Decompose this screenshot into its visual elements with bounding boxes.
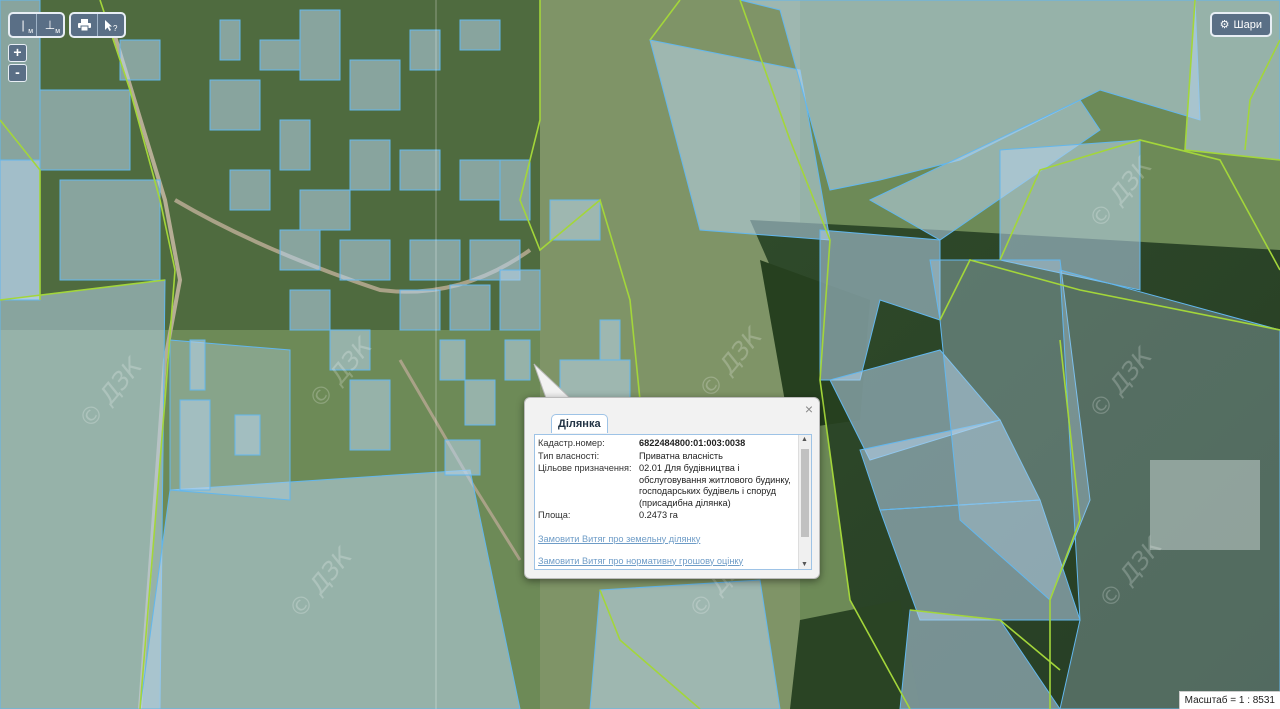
popup-pointer (533, 363, 572, 399)
field-label: Тип власності: (538, 450, 600, 461)
popup-tab-parcel[interactable]: Ділянка (551, 414, 608, 433)
order-valuation-extract-link[interactable]: Замовити Витяг про нормативну грошову оц… (538, 556, 796, 566)
layers-button-label: Шари (1233, 18, 1262, 31)
popup-scrollbar[interactable]: ▲ ▼ (798, 435, 811, 569)
scroll-up-icon[interactable]: ▲ (801, 436, 808, 443)
ownership-value: Приватна власність (639, 450, 723, 461)
printer-icon (77, 19, 91, 31)
area-ruler-icon: ⊥ (44, 18, 56, 32)
measure-group: | м ⊥ м (8, 12, 65, 38)
tools-group: ? (69, 12, 126, 38)
scroll-down-icon[interactable]: ▼ (801, 561, 808, 568)
cadastral-number-value: 6822484800:01:003:0038 (639, 438, 746, 448)
measure-line-button[interactable]: | м (10, 14, 36, 36)
zoom-in-button[interactable]: + (8, 44, 27, 62)
area-row: Площа: 0.2473 га (538, 510, 796, 522)
zoom-out-button[interactable]: - (8, 64, 27, 82)
measure-area-button[interactable]: ⊥ м (36, 14, 63, 36)
layers-button[interactable]: ⚙ Шари (1209, 12, 1272, 37)
area-value: 0.2473 га (639, 510, 678, 520)
svg-text:?: ? (113, 24, 118, 32)
popup-close-button[interactable]: × (805, 401, 813, 417)
parcel-attributes: Кадастр.номер: 6822484800:01:003:0038 Ти… (538, 438, 796, 566)
scroll-thumb[interactable] (801, 449, 809, 537)
parcel-info-popup: × Ділянка Кадастр.номер: 6822484800:01:0… (524, 397, 820, 579)
purpose-value: 02.01 Для будівництва і обслуговування ж… (639, 463, 791, 508)
popup-content: Кадастр.номер: 6822484800:01:003:0038 Ти… (534, 434, 812, 570)
ownership-row: Тип власності: Приватна власність (538, 451, 796, 463)
map-toolbar: | м ⊥ м ? (8, 12, 126, 38)
purpose-row: Цільове призначення: 02.01 Для будівницт… (538, 463, 796, 509)
field-label: Площа: (538, 510, 571, 520)
print-button[interactable] (71, 14, 97, 36)
order-parcel-extract-link[interactable]: Замовити Витяг про земельну ділянку (538, 534, 796, 544)
cadastral-map[interactable]: © ДЗК © ДЗК © ДЗК © ДЗК © ДЗК © ДЗК © ДЗ… (0, 0, 1280, 709)
ruler-icon: | (21, 18, 25, 32)
zoom-control: + - (8, 44, 27, 82)
identify-button[interactable]: ? (97, 14, 124, 36)
field-label: Кадастр.номер: (538, 438, 605, 448)
field-label: Цільове призначення: (538, 463, 632, 473)
cursor-question-icon: ? (105, 19, 118, 32)
scale-readout: Масштаб = 1 : 8531 (1178, 691, 1280, 709)
gear-icon: ⚙ (1219, 19, 1230, 31)
cadastral-number-row: Кадастр.номер: 6822484800:01:003:0038 (538, 438, 796, 450)
